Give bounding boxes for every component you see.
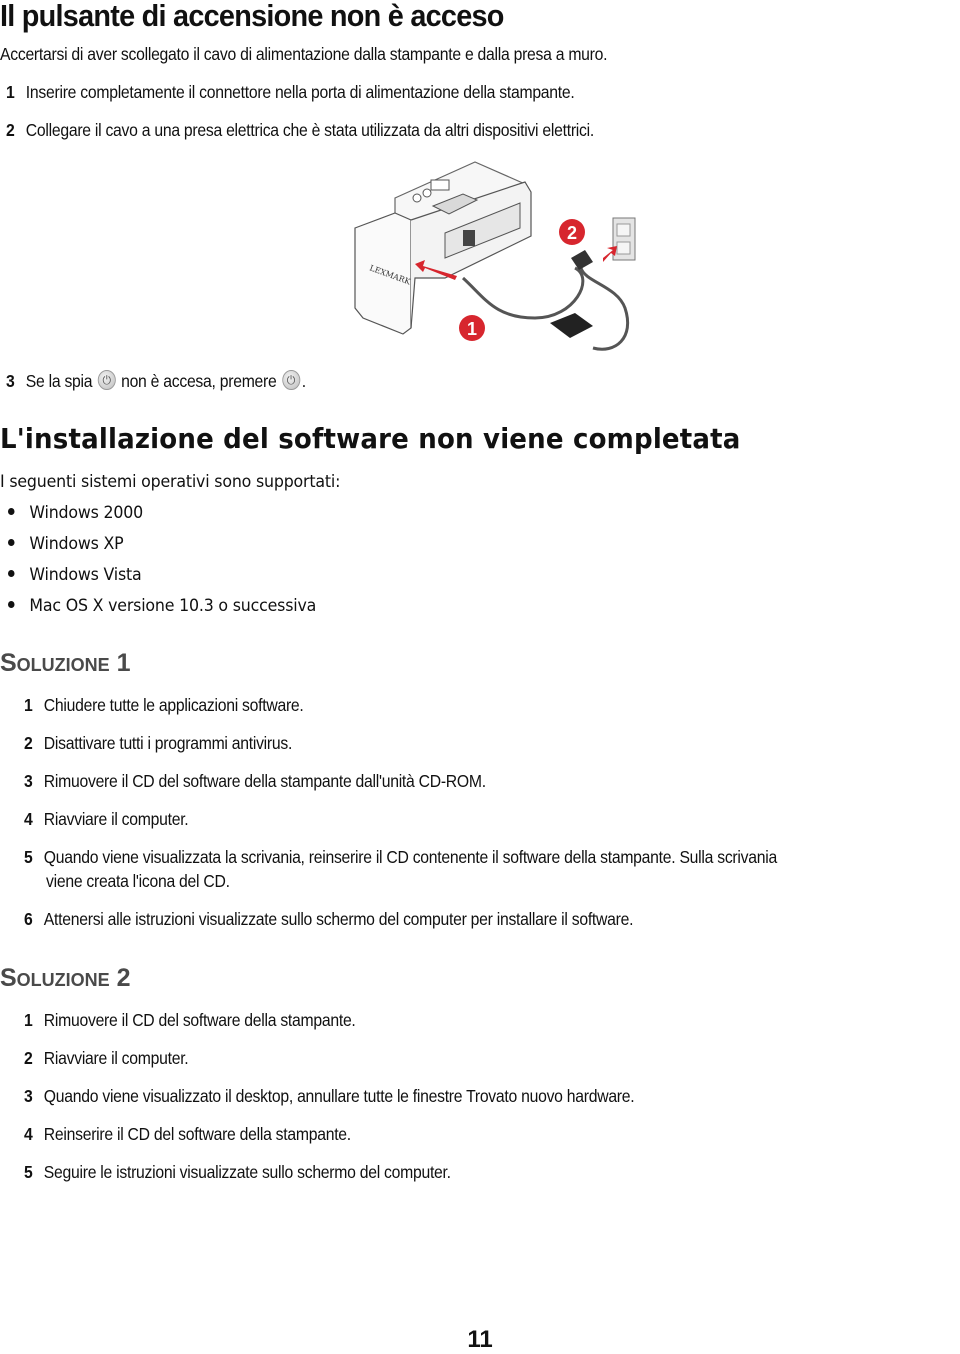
step-text-part: Se la spia [25,371,93,391]
os-name: Windows Vista [29,565,142,585]
step-text: Rimuovere il CD del software della stamp… [43,1010,356,1030]
bullet-icon [8,538,15,546]
outlet-socket [616,223,631,237]
step-number: 3 [24,1086,33,1106]
callout-2-label: 2 [567,223,577,243]
step-item: 3 Se la spia ⏻ non è accesa, premere ⏻ . [6,369,306,392]
power-cable-2 [579,267,630,351]
bullet-icon [8,507,15,515]
step-text: Rimuovere il CD del software della stamp… [43,771,486,791]
power-icon: ⏻ [97,369,116,390]
step-text: Chiudere tutte le applicazioni software. [43,695,304,715]
section-title-power-button: Il pulsante di accensione non è acceso [0,0,504,33]
os-name: Mac OS X versione 10.3 o successiva [29,596,317,616]
power-adapter [550,313,593,338]
step-text: Collegare il cavo a una presa elettrica … [25,120,594,140]
solution-2-heading: Soluzione 2 [0,964,131,992]
solution-step: 6 Attenersi alle istruzioni visualizzate … [24,909,633,930]
step-text: Disattivare tutti i programmi antivirus. [43,733,293,753]
solution-step: 5 Quando viene visualizzata la scrivania,… [24,847,777,868]
solution-step: 4 Riavviare il computer. [24,809,189,830]
os-name: Windows XP [29,534,124,554]
intro-text: Accertarsi di aver scollegato il cavo di… [0,44,608,64]
printer-button [430,179,450,191]
printer-button [412,193,422,203]
step-number: 2 [24,733,33,753]
os-list-item: Mac OS X versione 10.3 o successiva [8,596,316,616]
step-text: Inserire completamente il connettore nel… [25,82,575,102]
step-number: 2 [6,120,15,140]
step-text: Quando viene visualizzato il desktop, an… [43,1086,635,1106]
step-text: Reinserire il CD del software della stam… [43,1124,351,1144]
solution-step: 2 Riavviare il computer. [24,1048,189,1069]
step-text-part: . [301,371,306,391]
callout-1-label: 1 [467,319,477,339]
section-title-software-install: L'installazione del software non viene c… [0,422,741,455]
outlet-socket [616,241,631,255]
step-text: Seguire le istruzioni visualizzate sullo… [43,1162,451,1182]
solution-step: 1 Rimuovere il CD del software della stam… [24,1010,356,1031]
step-text: Riavviare il computer. [43,809,189,829]
solution-step: 3 Quando viene visualizzato il desktop, a… [24,1086,635,1107]
step-number: 4 [24,809,33,829]
solution-step: 1 Chiudere tutte le applicazioni software… [24,695,304,716]
solution-step: 2 Disattivare tutti i programmi antivirus… [24,733,292,754]
bullet-icon [8,600,15,608]
step-number: 5 [24,1162,33,1182]
solution-step: 3 Rimuovere il CD del software della stam… [24,771,486,792]
solution-1-heading: Soluzione 1 [0,649,131,677]
printer-power-illustration: LEXMARK 1 2 [345,158,665,358]
step-text: Riavviare il computer. [43,1048,189,1068]
os-list-item: Windows XP [8,534,124,554]
step-item: 1 Inserire completamente il connettore n… [6,82,575,103]
bullet-icon [8,569,15,577]
step-text: Attenersi alle istruzioni visualizzate s… [43,909,634,929]
power-icon: ⏻ [281,369,300,390]
step-number: 1 [6,82,15,102]
step-number: 6 [24,909,33,929]
step-text-continuation: viene creata l'icona del CD. [46,871,230,891]
os-name: Windows 2000 [29,503,143,523]
printer-roller [463,230,475,246]
step-number: 1 [24,695,33,715]
step-number: 2 [24,1048,33,1068]
power-cable [461,266,585,320]
os-list-item: Windows Vista [8,565,142,585]
power-plug [571,250,593,270]
step-text-part: non è accesa, premere [121,371,277,391]
printer-illustration-svg: LEXMARK 1 2 [354,161,636,351]
step-number: 3 [6,371,15,391]
step-number: 3 [24,771,33,791]
solution-step: 4 Reinserire il CD del software della sta… [24,1124,351,1145]
page-number: 11 [467,1326,493,1353]
step-number: 4 [24,1124,33,1144]
os-intro-text: I seguenti sistemi operativi sono suppor… [0,472,341,492]
os-list-item: Windows 2000 [8,503,143,523]
printer-button [422,188,432,198]
step-number: 1 [24,1010,33,1030]
step-item: 2 Collegare il cavo a una presa elettric… [6,120,594,141]
step-number: 5 [24,847,33,867]
solution-step: 5 Seguire le istruzioni visualizzate sull… [24,1162,451,1183]
step-text: Quando viene visualizzata la scrivania, … [43,847,777,867]
